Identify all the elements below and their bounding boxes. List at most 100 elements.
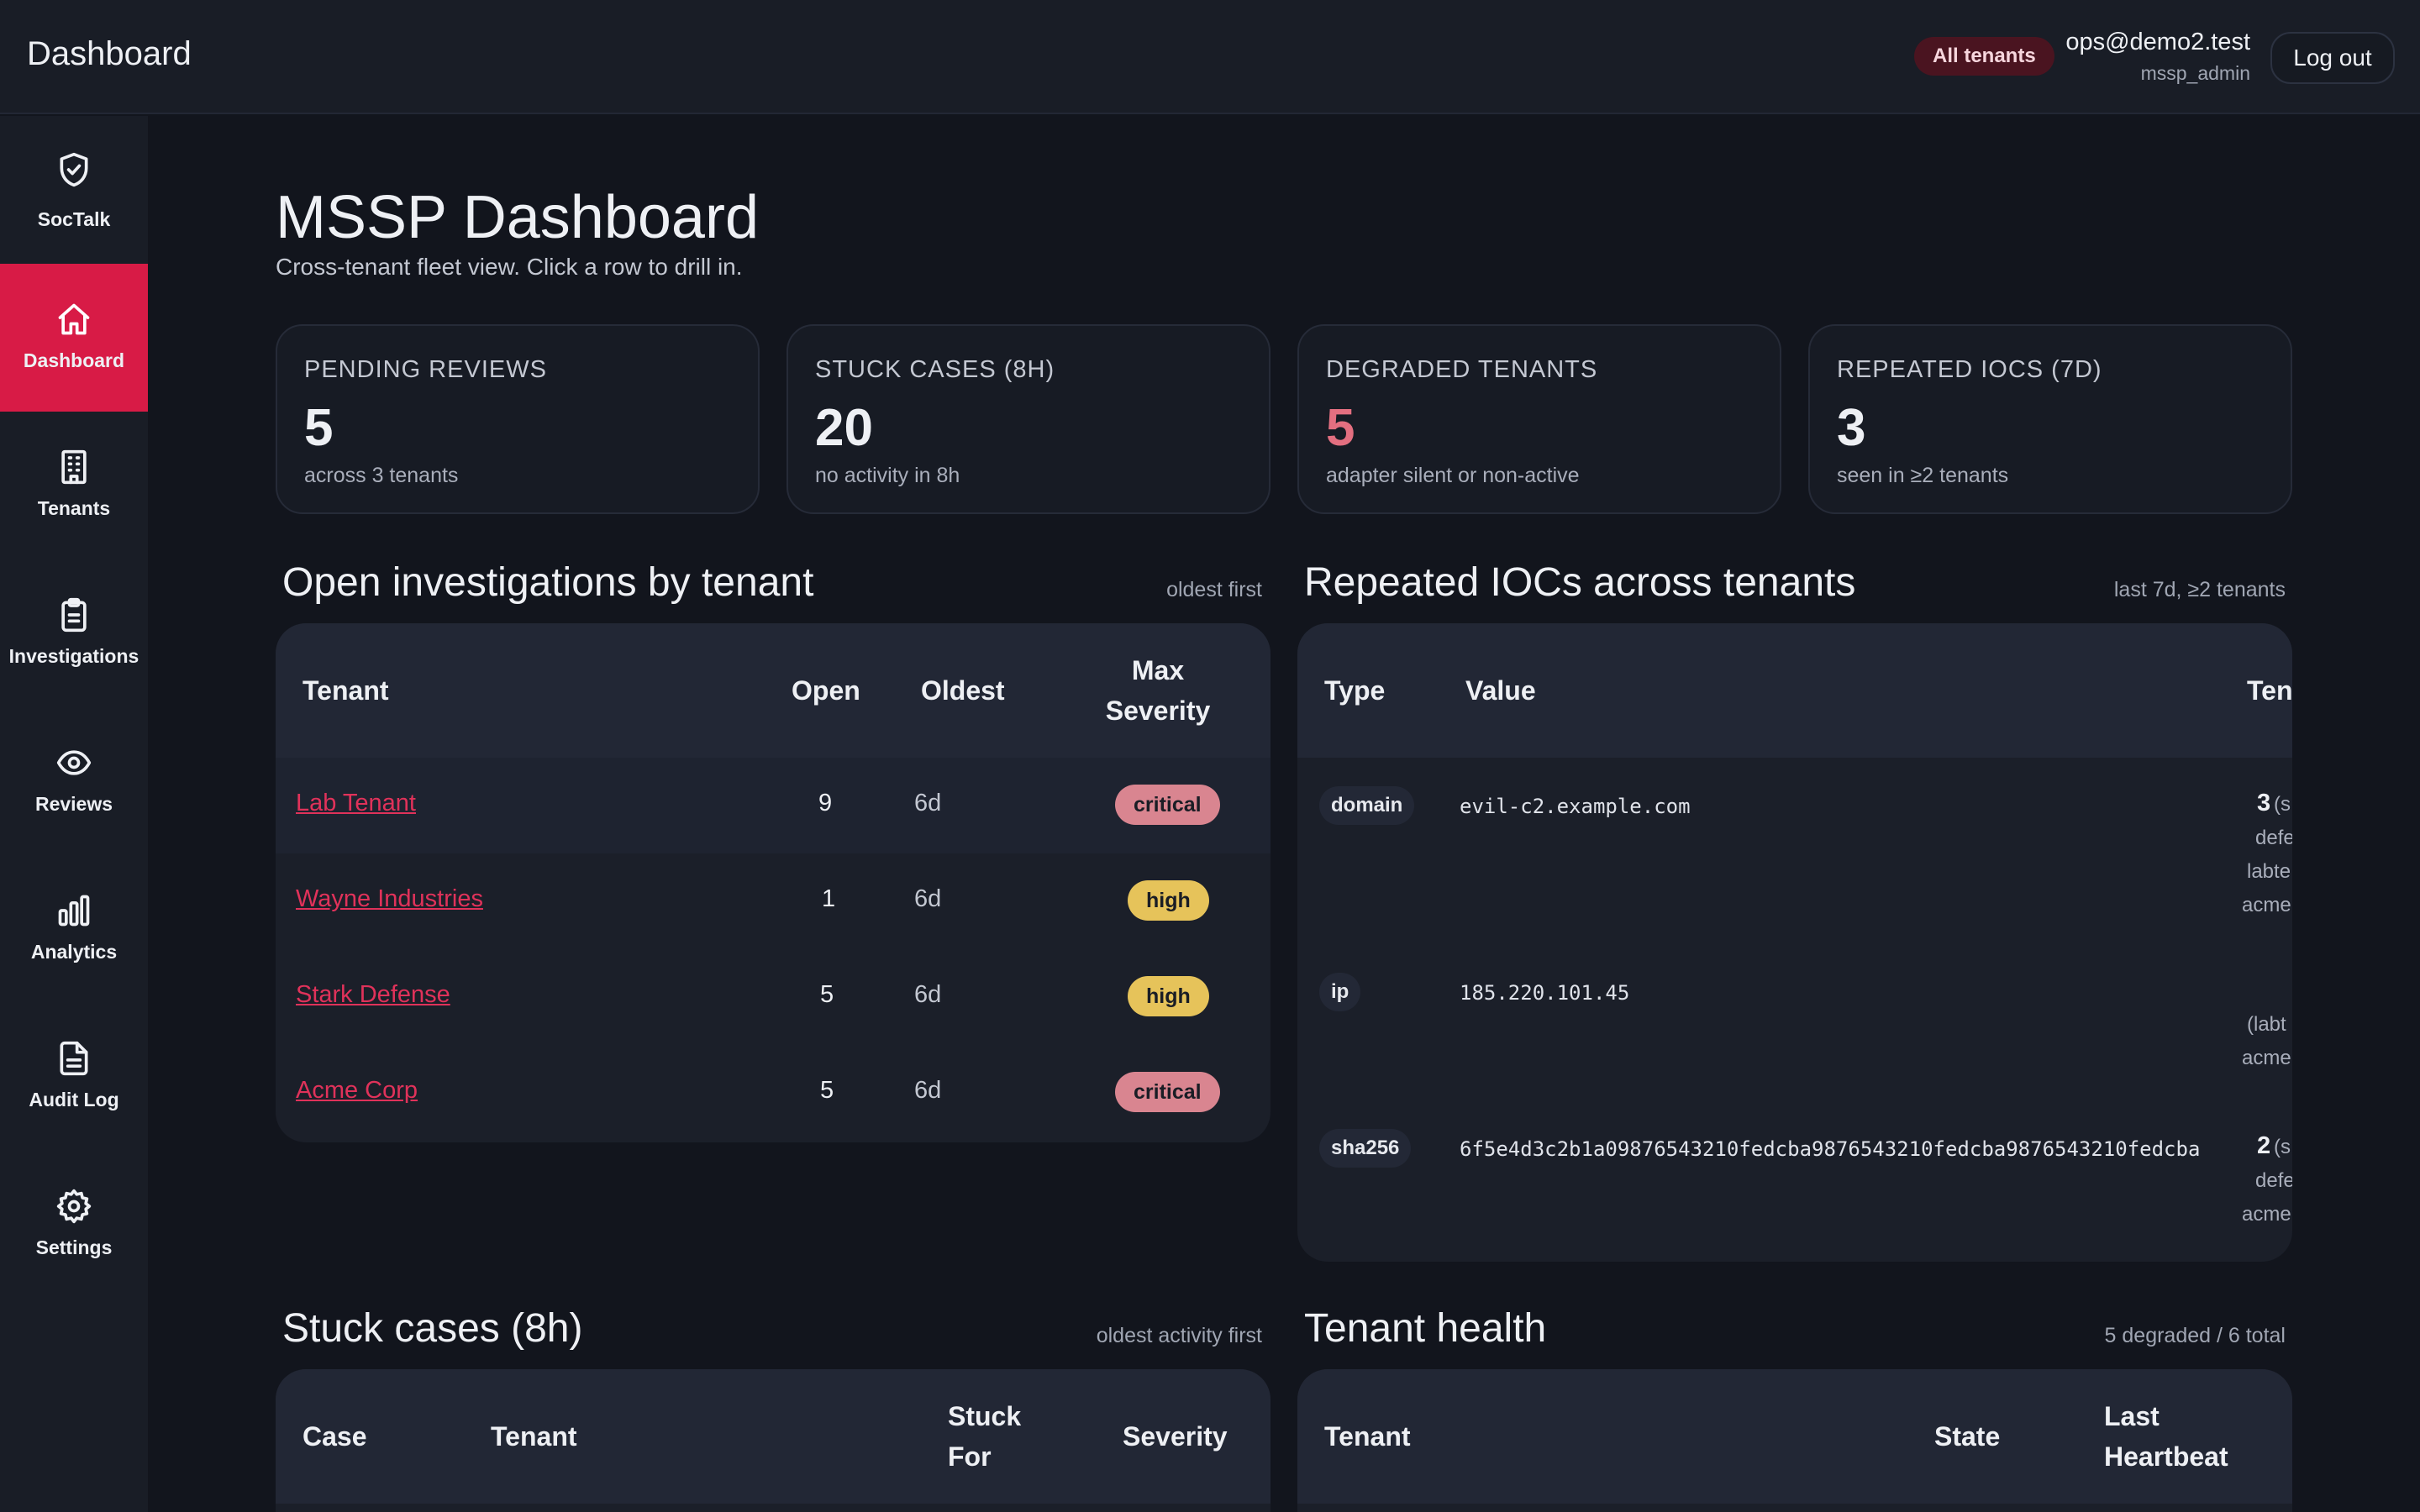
tenant-count-suffix: (s (2274, 1136, 2291, 1158)
page-title: MSSP Dashboard (276, 184, 759, 251)
open-count: 5 (820, 1077, 834, 1104)
sidebar-item-label: Audit Log (29, 1089, 119, 1110)
column-header-stuck-for[interactable]: Stuck (948, 1396, 1021, 1436)
sidebar-item-investigations[interactable]: Investigations (0, 559, 148, 707)
table-row[interactable]: domain evil-c2.example.com 3 (s defe lab… (1297, 758, 2292, 948)
repeated-iocs-title: Repeated IOCs across tenants (1304, 560, 1856, 605)
column-header-type[interactable]: Type (1324, 670, 1385, 711)
table-row[interactable]: Wayne Industries 1 6d high (276, 853, 1270, 949)
sidebar-item-tenants[interactable]: Tenants (0, 412, 148, 559)
ioc-type-badge: ip (1319, 973, 1361, 1011)
tenant-name: labte (2247, 860, 2291, 883)
tenant-link[interactable]: Lab Tenant (296, 790, 416, 817)
tenant-link[interactable]: Acme Corp (296, 1077, 418, 1105)
eye-icon (56, 750, 92, 775)
building-icon (61, 449, 87, 485)
logout-button[interactable]: Log out (2270, 32, 2395, 84)
open-investigations-title: Open investigations by tenant (282, 560, 814, 605)
kpi-label: REPEATED IOCS (7D) (1837, 356, 2102, 383)
sidebar-item-audit-log[interactable]: Audit Log (0, 1003, 148, 1151)
column-header-last-heartbeat-line2[interactable]: Heartbeat (2104, 1436, 2228, 1477)
sidebar-item-dashboard[interactable]: Dashboard (0, 264, 148, 412)
sidebar-item-label: Dashboard (23, 349, 125, 371)
tenant-count: 2 (2257, 1132, 2271, 1159)
tenant-name: defe (2255, 1169, 2292, 1192)
sidebar: SocTalk Dashboard Tenants Investigations… (0, 116, 148, 1512)
kpi-note: adapter silent or non-active (1326, 464, 1580, 487)
top-bar: Dashboard All tenants ops@demo2.test mss… (0, 0, 2420, 114)
tenant-name: acme (2242, 894, 2291, 916)
sidebar-item-label: Investigations (8, 645, 139, 667)
tenant-health-title: Tenant health (1304, 1306, 1547, 1351)
repeated-iocs-table: Type Value Ten domain evil-c2.example.co… (1297, 623, 2292, 1262)
kpi-label: STUCK CASES (8H) (815, 356, 1055, 383)
column-header-severity[interactable]: Severity (1123, 1416, 1228, 1457)
column-header-oldest[interactable]: Oldest (921, 670, 1005, 711)
sidebar-item-settings[interactable]: Settings (0, 1151, 148, 1299)
kpi-card-pending-reviews[interactable]: PENDING REVIEWS 5 across 3 tenants (276, 324, 760, 514)
ioc-value: 6f5e4d3c2b1a09876543210fedcba9876543210f… (1460, 1137, 2201, 1161)
oldest-age: 6d (914, 790, 942, 816)
column-header-tenants[interactable]: Ten (2247, 670, 2292, 711)
ioc-type-badge: domain (1319, 786, 1415, 825)
sidebar-item-analytics[interactable]: Analytics (0, 855, 148, 1003)
column-header-tenant[interactable]: Tenant (491, 1416, 577, 1457)
kpi-value: 5 (304, 399, 334, 457)
severity-badge: high (1128, 976, 1209, 1016)
column-header-value[interactable]: Value (1465, 670, 1536, 711)
kpi-note: seen in ≥2 tenants (1837, 464, 2009, 487)
open-count: 1 (822, 885, 836, 912)
tenant-count: 3 (2257, 790, 2271, 816)
tenant-name: acme (2242, 1203, 2291, 1226)
tenant-link[interactable]: Stark Defense (296, 981, 450, 1009)
sidebar-item-reviews[interactable]: Reviews (0, 707, 148, 855)
column-header-tenant[interactable]: Tenant (302, 670, 389, 711)
brand-label: SocTalk (37, 208, 111, 230)
column-header-tenant[interactable]: Tenant (1324, 1416, 1411, 1457)
document-icon (60, 1041, 88, 1076)
kpi-value: 3 (1837, 399, 1866, 457)
oldest-age: 6d (914, 885, 942, 912)
column-header-case[interactable]: Case (302, 1416, 367, 1457)
sidebar-item-label: Analytics (30, 941, 118, 963)
stuck-cases-table: Case Tenant Stuck For Severity (276, 1369, 1270, 1512)
severity-badge: high (1128, 880, 1209, 921)
table-row[interactable]: Stark Defense 5 6d high (276, 949, 1270, 1045)
tenant-health-table: Tenant State Last Heartbeat (1297, 1369, 2292, 1512)
column-header-max-severity[interactable]: Max (1074, 650, 1242, 690)
column-header-state[interactable]: State (1934, 1416, 2000, 1457)
tenant-name: (labt (2247, 1013, 2286, 1036)
tenant-link[interactable]: Wayne Industries (296, 885, 483, 913)
tenant-name: acme (2242, 1047, 2291, 1069)
sidebar-item-label: Tenants (37, 497, 111, 519)
tenant-count-suffix: (s (2274, 793, 2291, 816)
table-row[interactable]: ip 185.220.101.45 (labt acme (1297, 948, 2292, 1104)
kpi-card-degraded-tenants[interactable]: DEGRADED TENANTS 5 adapter silent or non… (1297, 324, 1781, 514)
table-row[interactable]: Lab Tenant 9 6d critical (276, 758, 1270, 853)
gear-icon (56, 1189, 92, 1224)
column-header-max-severity-line2[interactable]: Severity (1074, 690, 1242, 731)
stuck-cases-note: oldest activity first (1096, 1324, 1262, 1347)
column-header-open[interactable]: Open (792, 670, 860, 711)
tenant-name: defe (2255, 827, 2292, 849)
table-row[interactable]: sha256 6f5e4d3c2b1a09876543210fedcba9876… (1297, 1104, 2292, 1262)
kpi-card-repeated-iocs[interactable]: REPEATED IOCS (7D) 3 seen in ≥2 tenants (1808, 324, 2292, 514)
table-header: Tenant Open Oldest Max Severity (276, 623, 1270, 758)
kpi-card-stuck-cases[interactable]: STUCK CASES (8H) 20 no activity in 8h (786, 324, 1270, 514)
tenant-health-note: 5 degraded / 6 total (2104, 1324, 2286, 1347)
tenant-scope-badge[interactable]: All tenants (1914, 37, 2054, 76)
table-header: Type Value Ten (1297, 623, 2292, 758)
column-header-last-heartbeat[interactable]: Last (2104, 1396, 2160, 1436)
table-row[interactable]: Acme Corp 5 6d critical (276, 1045, 1270, 1141)
severity-badge: critical (1115, 1072, 1220, 1112)
user-role: mssp_admin (2140, 62, 2250, 84)
bar-chart-icon (58, 895, 90, 927)
sidebar-item-label: Reviews (34, 793, 113, 815)
table-header: Tenant State Last Heartbeat (1297, 1369, 2292, 1504)
shield-check-icon (60, 152, 88, 187)
oldest-age: 6d (914, 981, 942, 1008)
column-header-stuck-for-line2[interactable]: For (948, 1436, 992, 1477)
home-icon (58, 303, 90, 335)
sidebar-brand[interactable]: SocTalk (0, 116, 148, 264)
table-header: Case Tenant Stuck For Severity (276, 1369, 1270, 1504)
